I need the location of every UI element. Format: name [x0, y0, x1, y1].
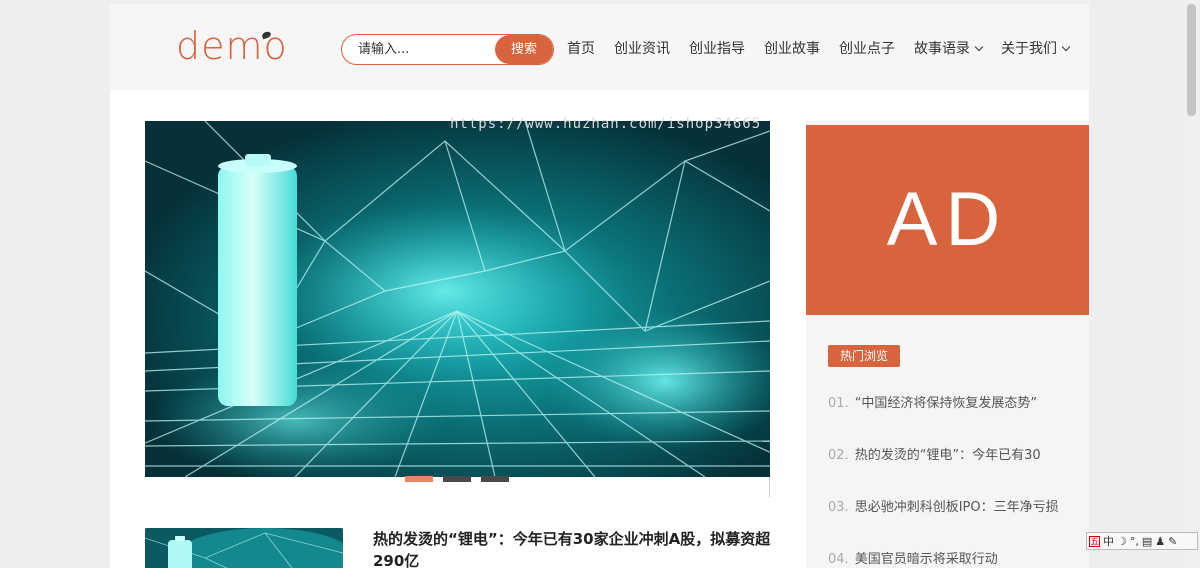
- slider-dot[interactable]: [443, 476, 471, 482]
- nav-item-label: 创业故事: [764, 41, 820, 57]
- hot-list-item[interactable]: 01. “中国经济将保持恢复发展态势”: [828, 387, 1088, 439]
- hot-item-number: 01.: [828, 396, 849, 411]
- hot-item-number: 04.: [828, 552, 849, 567]
- logo-text: demo: [176, 24, 288, 68]
- window-scrollbar[interactable]: [1183, 0, 1200, 568]
- nav-item-quotes[interactable]: 故事语录: [914, 38, 984, 58]
- nav-item-news[interactable]: 创业资讯: [614, 38, 670, 58]
- site-logo[interactable]: demo: [176, 24, 288, 68]
- hot-item-number: 02.: [828, 448, 849, 463]
- ime-punct-icon[interactable]: °,: [1130, 535, 1139, 548]
- hot-list-item[interactable]: 02. 热的发烫的“锂电”：今年已有30: [828, 439, 1088, 491]
- ime-settings-icon[interactable]: ✎: [1168, 535, 1177, 548]
- hot-item-title: 思必驰冲刺科创板IPO：三年净亏损: [854, 500, 1059, 515]
- nav-item-guide[interactable]: 创业指导: [689, 38, 745, 58]
- nav-item-label: 故事语录: [914, 41, 970, 57]
- article-title[interactable]: 热的发烫的“锂电”：今年已有30家企业冲刺A股，拟募资超290亿: [373, 528, 773, 568]
- hero-slider[interactable]: [145, 121, 770, 477]
- nav-item-home[interactable]: 首页: [567, 38, 595, 58]
- hot-item-number: 03.: [828, 500, 849, 515]
- nav-item-label: 创业资讯: [614, 41, 670, 57]
- slider-image: [145, 121, 770, 477]
- search-button[interactable]: 搜索: [495, 35, 553, 64]
- ime-keyboard-icon[interactable]: ▤: [1142, 535, 1152, 548]
- ime-moon-icon[interactable]: ☽: [1117, 535, 1127, 548]
- ime-logo-icon: 五: [1089, 535, 1100, 547]
- chevron-down-icon: [974, 42, 984, 51]
- ime-toolbar[interactable]: 五 中 ☽ °, ▤ ♟ ✎: [1086, 532, 1198, 550]
- hot-list-item[interactable]: 04. 美国官员暗示将采取行动: [828, 543, 1088, 568]
- hot-item-title: 美国官员暗示将采取行动: [854, 552, 998, 567]
- nav-item-label: 关于我们: [1001, 41, 1057, 57]
- watermark-text: https://www.huzhan.com/ishop34665: [450, 116, 762, 132]
- search-form: 搜索: [341, 34, 554, 65]
- hot-item-title: 热的发烫的“锂电”：今年已有30: [854, 448, 1041, 463]
- hot-list: 01. “中国经济将保持恢复发展态势” 02. 热的发烫的“锂电”：今年已有30 0…: [828, 387, 1088, 568]
- slider-dot[interactable]: [405, 476, 433, 482]
- nav-item-stories[interactable]: 创业故事: [764, 38, 820, 58]
- site-header: demo 搜索 首页 创业资讯 创业指导 创业故事 创业点子 故事语录 关于我们: [110, 4, 1089, 90]
- ime-user-icon[interactable]: ♟: [1155, 535, 1165, 548]
- hot-item-title: “中国经济将保持恢复发展态势”: [854, 396, 1038, 411]
- nav-item-label: 创业指导: [689, 41, 745, 57]
- nav-item-label: 创业点子: [839, 41, 895, 57]
- scrollbar-thumb[interactable]: [1187, 4, 1196, 116]
- nav-item-label: 首页: [567, 41, 595, 57]
- page-container: demo 搜索 首页 创业资讯 创业指导 创业故事 创业点子 故事语录 关于我们: [110, 4, 1089, 568]
- ime-mode-label[interactable]: 中: [1103, 533, 1114, 549]
- search-input[interactable]: [342, 35, 502, 64]
- ad-banner[interactable]: AD: [806, 125, 1089, 315]
- hot-browse-label: 热门浏览: [828, 345, 901, 367]
- slider-dot[interactable]: [481, 476, 509, 482]
- hot-list-item[interactable]: 03. 思必驰冲刺科创板IPO：三年净亏损: [828, 491, 1088, 543]
- slider-dots: [405, 476, 509, 482]
- nav-item-ideas[interactable]: 创业点子: [839, 38, 895, 58]
- main-nav: 首页 创业资讯 创业指导 创业故事 创业点子 故事语录 关于我们: [567, 38, 1071, 58]
- sidebar: AD 热门浏览 01. “中国经济将保持恢复发展态势” 02. 热的发烫的“锂电”：…: [806, 121, 1089, 568]
- article-thumbnail[interactable]: [145, 528, 343, 568]
- nav-item-about[interactable]: 关于我们: [1001, 38, 1071, 58]
- thumbnail-image: [145, 528, 343, 568]
- chevron-down-icon: [1061, 42, 1071, 51]
